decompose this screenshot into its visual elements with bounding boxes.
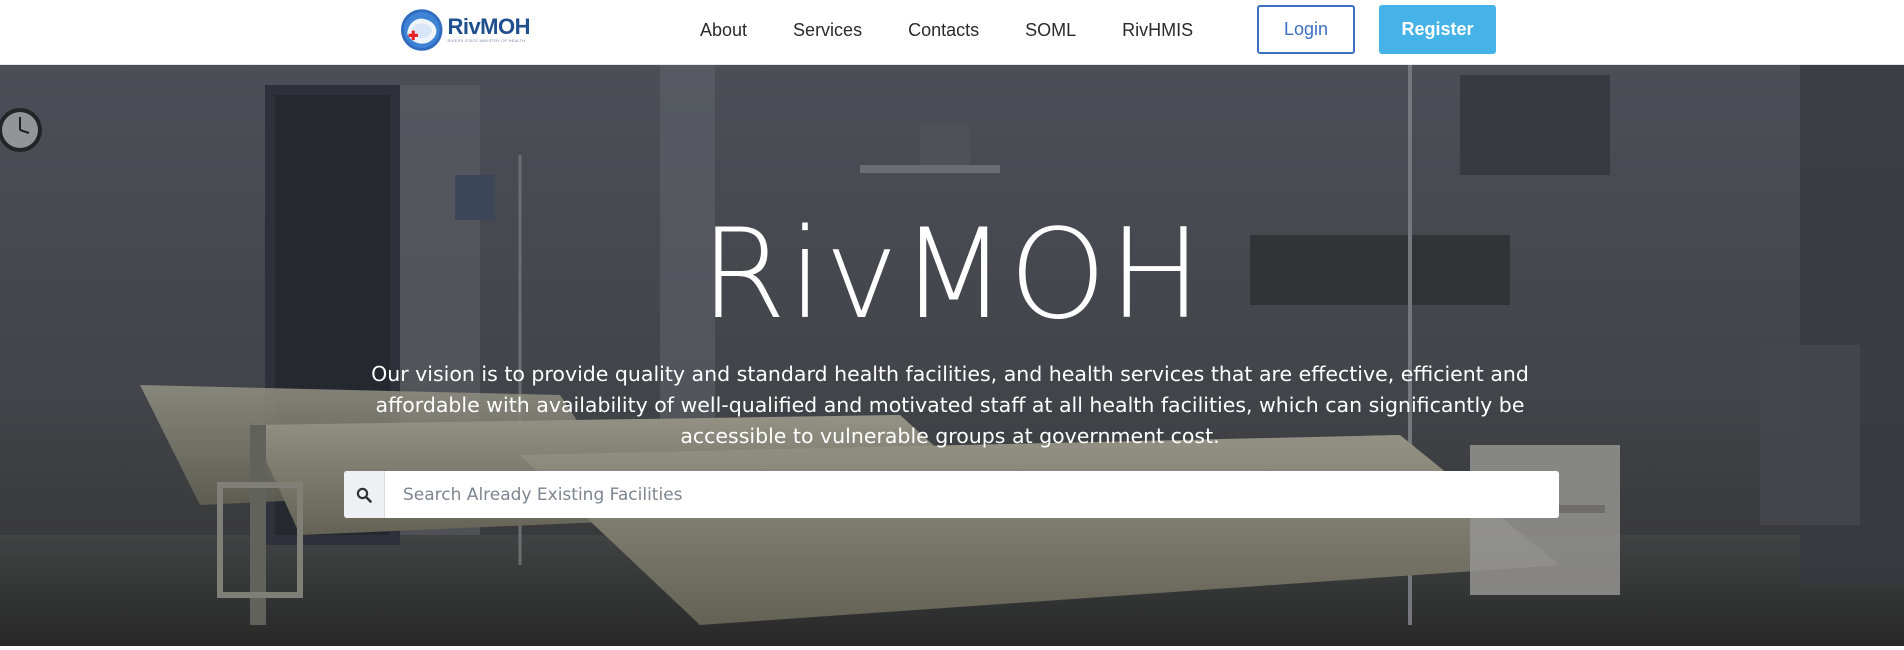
page-bottom-edge (0, 646, 1904, 650)
navbar: RivMOH RIVERS STATE MINISTRY OF HEALTH A… (0, 0, 1904, 65)
login-button[interactable]: Login (1257, 5, 1355, 54)
brand-tagline: RIVERS STATE MINISTRY OF HEALTH (447, 38, 526, 43)
brand-logo-link[interactable]: RivMOH RIVERS STATE MINISTRY OF HEALTH (400, 6, 530, 54)
hero-section: RivMOH Our vision is to provide quality … (0, 65, 1904, 646)
register-button[interactable]: Register (1379, 5, 1496, 54)
main-nav: About Services Contacts SOML RivHMIS (700, 0, 1225, 60)
nav-link-rivhmis[interactable]: RivHMIS (1122, 20, 1193, 41)
facility-search-input[interactable] (385, 471, 1559, 518)
rivers-state-map-red-cross-icon (400, 9, 443, 51)
hero-title: RivMOH (700, 203, 1204, 347)
page: RivMOH RIVERS STATE MINISTRY OF HEALTH A… (0, 0, 1904, 650)
brand-name: RivMOH (447, 14, 530, 39)
search-icon (344, 471, 385, 518)
nav-link-about[interactable]: About (700, 20, 747, 41)
hero-dark-overlay (0, 65, 1904, 646)
facility-search-bar (344, 471, 1559, 518)
nav-link-soml[interactable]: SOML (1025, 20, 1076, 41)
nav-link-contacts[interactable]: Contacts (908, 20, 979, 41)
nav-link-services[interactable]: Services (793, 20, 862, 41)
hero-description: Our vision is to provide quality and sta… (371, 362, 1529, 448)
